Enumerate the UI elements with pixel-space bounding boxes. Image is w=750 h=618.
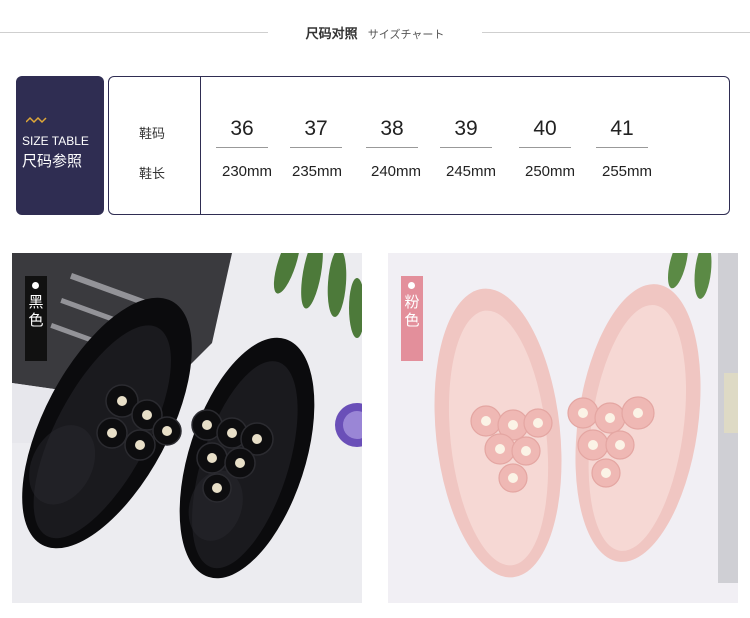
color-tag-black: 黑色 — [25, 276, 47, 361]
length-value: 255mm — [601, 163, 653, 180]
tag-dot-icon — [32, 282, 39, 289]
size-table-title-cn: 尺码参照 — [22, 152, 83, 170]
length-value: 230mm — [221, 163, 273, 180]
pink-sandals-image — [388, 253, 738, 603]
size-underline — [290, 147, 342, 148]
length-value: 250mm — [524, 163, 576, 180]
table-divider — [200, 77, 201, 214]
tag-dot-icon — [408, 282, 415, 289]
length-value: 245mm — [445, 163, 497, 180]
page-title: 尺码对照 サイズチャート — [0, 23, 750, 42]
black-sandals-image — [12, 253, 362, 603]
size-value: 40 — [533, 117, 557, 140]
size-table-label-box: SIZE TABLE 尺码参照 — [16, 76, 104, 215]
shoe-size-label: 鞋码 — [139, 127, 166, 142]
zigzag-icon — [26, 116, 47, 124]
color-label-pink: 粉色 — [404, 293, 420, 329]
color-label-black: 黑色 — [28, 293, 44, 329]
size-table-title-en: SIZE TABLE — [22, 134, 89, 148]
size-value: 36 — [230, 117, 254, 140]
length-value: 240mm — [370, 163, 422, 180]
shoe-length-label: 鞋长 — [139, 167, 166, 182]
size-underline — [366, 147, 418, 148]
size-value: 37 — [304, 117, 328, 140]
size-value: 41 — [610, 117, 634, 140]
size-underline — [596, 147, 648, 148]
color-tag-pink: 粉色 — [401, 276, 423, 361]
title-jp: サイズチャート — [367, 28, 445, 41]
length-value: 235mm — [291, 163, 343, 180]
size-underline — [440, 147, 492, 148]
pink-sandals-photo: 粉色 — [388, 253, 738, 603]
size-table: 鞋码 鞋长 36 37 38 39 40 41 230mm 235mm 240m… — [108, 76, 730, 215]
size-underline — [519, 147, 571, 148]
size-value: 38 — [380, 117, 404, 140]
title-cn: 尺码对照 — [305, 27, 358, 42]
size-underline — [216, 147, 268, 148]
size-value: 39 — [454, 117, 478, 140]
black-sandals-photo: 黑色 — [12, 253, 362, 603]
